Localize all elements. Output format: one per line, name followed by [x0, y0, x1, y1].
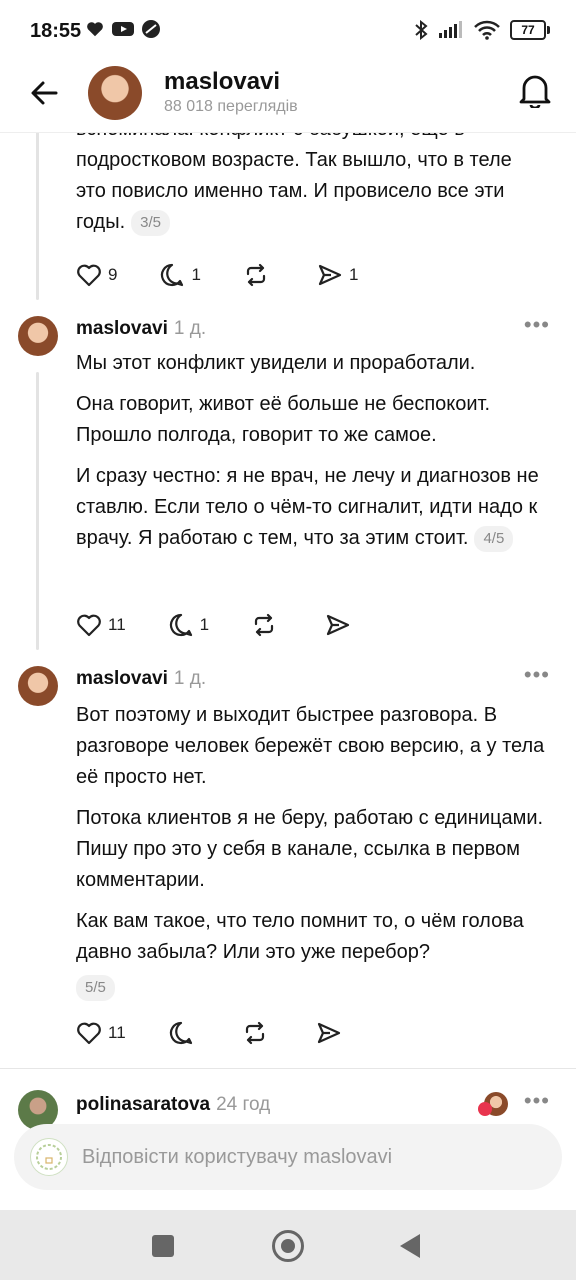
- user-avatar: [30, 1138, 68, 1176]
- post-paragraph: Потока клиентов я не беру, работаю с еди…: [76, 807, 544, 891]
- heart-icon: [77, 1022, 101, 1045]
- back-button[interactable]: [400, 1234, 420, 1258]
- more-options-icon[interactable]: •••: [524, 1088, 550, 1114]
- youtube-status-icon: [112, 22, 134, 36]
- divider: [0, 1068, 576, 1069]
- comment-count: 1: [199, 615, 210, 634]
- post-actions: 11 1: [76, 610, 399, 640]
- more-options-icon[interactable]: •••: [524, 662, 550, 688]
- thread-header: maslovavi 88 018 переглядів: [0, 62, 576, 133]
- avatar[interactable]: [18, 666, 58, 706]
- username-text[interactable]: maslovavi: [76, 318, 168, 339]
- like-button[interactable]: 11: [76, 612, 126, 638]
- repost-button[interactable]: [251, 612, 283, 638]
- more-options-icon[interactable]: •••: [524, 312, 550, 338]
- like-count: 11: [108, 1023, 126, 1042]
- post-username[interactable]: polinasaratova 24 год: [76, 1094, 270, 1116]
- repost-button[interactable]: [243, 262, 275, 288]
- recent-apps-button[interactable]: [152, 1235, 174, 1257]
- post-time: 1 д.: [173, 318, 207, 339]
- heart-icon: [77, 264, 101, 287]
- share-button[interactable]: 1: [317, 262, 358, 288]
- heart-status-icon: [87, 22, 103, 37]
- header-avatar[interactable]: [88, 66, 142, 120]
- comment-button[interactable]: 1: [168, 612, 209, 638]
- signal-icon: [439, 21, 462, 38]
- reply-bar[interactable]: Відповісти користувачу maslovavi: [14, 1124, 562, 1190]
- post-paragraph: Как вам такое, что тело помнит то, о чём…: [76, 910, 524, 963]
- share-count: 1: [348, 265, 359, 284]
- share-icon: [327, 614, 350, 636]
- like-button[interactable]: 9: [76, 262, 117, 288]
- post-pager: 3/5: [131, 209, 170, 236]
- post-paragraph: И сразу честно: я не врач, не лечу и диа…: [76, 465, 539, 549]
- post-username[interactable]: maslovavi 1 д.: [76, 668, 206, 690]
- heart-badge-icon: [478, 1102, 492, 1116]
- comment-icon: [169, 1021, 192, 1045]
- app-status-icon: [142, 20, 160, 38]
- comment-icon: [161, 263, 184, 287]
- post-pager: 5/5: [76, 974, 115, 1001]
- post-actions: 11: [76, 1018, 390, 1048]
- repost-icon: [246, 263, 266, 287]
- share-button[interactable]: [325, 612, 357, 638]
- repost-icon: [255, 613, 274, 637]
- bluetooth-icon: [415, 20, 428, 40]
- heart-icon: [77, 614, 101, 637]
- status-bar: 18:55 77: [0, 0, 576, 62]
- avatar[interactable]: [18, 316, 58, 356]
- comment-button[interactable]: 1: [159, 262, 201, 288]
- post-paragraph: Мы этот конфликт увидели и проработали.: [76, 352, 476, 374]
- reply-input[interactable]: Відповісти користувачу maslovavi: [82, 1146, 392, 1169]
- like-count: 11: [108, 615, 126, 634]
- wreath-logo-icon: [36, 1144, 62, 1170]
- share-button[interactable]: [316, 1020, 348, 1046]
- wifi-icon: [474, 20, 500, 40]
- repost-icon: [245, 1021, 264, 1045]
- post-username[interactable]: maslovavi 1 д.: [76, 318, 206, 340]
- comment-count: 1: [191, 265, 201, 284]
- view-count: 88 018 переглядів: [164, 98, 298, 115]
- post-body: Мы этот конфликт увидели и проработали. …: [76, 348, 546, 564]
- share-icon: [318, 264, 342, 286]
- post-paragraph: Она говорит, живот её больше не беспокои…: [76, 393, 491, 446]
- post-body: Вот поэтому и выходит быстрее разговора.…: [76, 700, 546, 1003]
- username-text[interactable]: polinasaratova: [76, 1094, 210, 1115]
- username-text[interactable]: maslovavi: [76, 668, 168, 689]
- header-username[interactable]: maslovavi: [164, 68, 280, 96]
- repost-button[interactable]: [242, 1020, 274, 1046]
- post-paragraph: Вот поэтому и выходит быстрее разговора.…: [76, 704, 545, 788]
- liked-by-author-avatar: [478, 1092, 508, 1116]
- back-arrow-icon[interactable]: [28, 76, 62, 110]
- post-body: вспоминала: конфликт с бабушкой, еще в п…: [76, 114, 546, 248]
- comment-button[interactable]: [168, 1020, 200, 1046]
- battery-indicator: 77: [510, 20, 550, 40]
- post-actions: 9 1 1: [76, 260, 400, 290]
- like-button[interactable]: 11: [76, 1020, 126, 1046]
- post-pager: 4/5: [474, 525, 514, 552]
- thread-connector: [36, 372, 39, 650]
- like-count: 9: [108, 265, 118, 284]
- post-time: 1 д.: [173, 668, 207, 689]
- bell-icon[interactable]: [518, 72, 552, 108]
- share-icon: [317, 1022, 340, 1044]
- home-button[interactable]: [272, 1230, 304, 1262]
- system-nav-bar: [0, 1210, 576, 1280]
- comment-icon: [169, 613, 192, 637]
- status-time: 18:55: [30, 20, 82, 42]
- thread-connector: [36, 130, 39, 300]
- post-time: 24 год: [216, 1094, 271, 1115]
